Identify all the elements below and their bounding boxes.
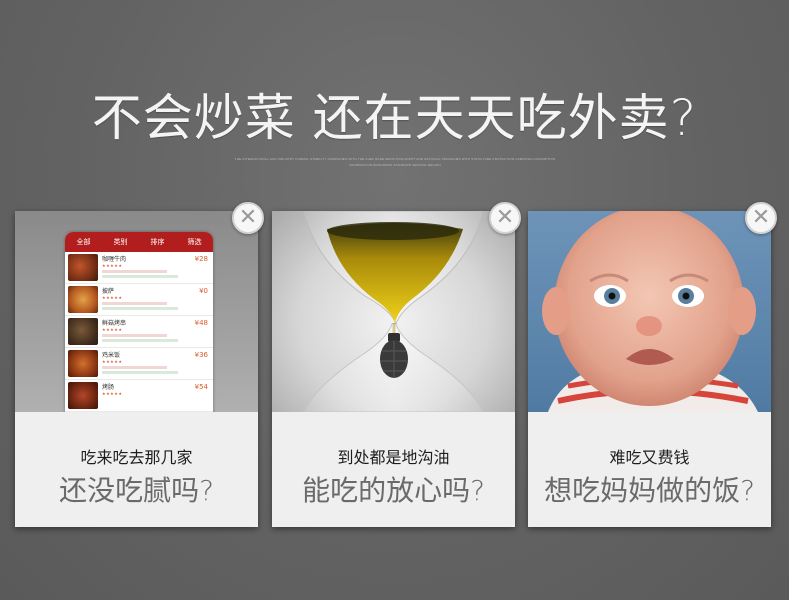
- food-delivery-app-photo: 全部 类别 排序 筛选 咖喱牛肉 ★★★★★ ¥28 披萨 ★★★★★ ¥0 鲜…: [15, 211, 258, 412]
- fine-print-line-1: THE INTERNATIONAL GAS INDUSTRY FORMAL ST…: [234, 157, 556, 161]
- fine-print-line-2: INFORMATION PROGRAMS STANDARD SERVICE RE…: [349, 163, 441, 167]
- crying-baby-illustration: [542, 211, 758, 412]
- card-caption-line2: 还没吃腻吗?: [59, 474, 214, 507]
- dish-price: ¥48: [194, 319, 208, 327]
- hourglass-icon: [303, 211, 484, 412]
- dish-stars: ★★★★★: [102, 295, 123, 300]
- app-list-item: 咖喱牛肉 ★★★★★ ¥28: [65, 252, 213, 284]
- app-list-item: 鸡米饭 ★★★★★ ¥36: [65, 348, 213, 380]
- dish-thumbnail: [68, 286, 98, 313]
- dish-price: ¥0: [199, 287, 208, 295]
- dish-thumbnail: [68, 350, 98, 377]
- app-list-item: 烤肠 ★★★★★ ¥54: [65, 380, 213, 412]
- app-tab: 排序: [150, 238, 165, 246]
- card-caption-line2: 能吃的放心吗?: [302, 474, 485, 507]
- phone-mockup: 全部 类别 排序 筛选 咖喱牛肉 ★★★★★ ¥28 披萨 ★★★★★ ¥0 鲜…: [65, 232, 213, 412]
- promo-card-3: 难吃又费钱 想吃妈妈做的饭? ✕: [528, 202, 777, 527]
- app-list-item: 披萨 ★★★★★ ¥0: [65, 284, 213, 316]
- crying-baby-photo: [528, 211, 771, 412]
- app-tab: 筛选: [187, 238, 202, 246]
- dish-price: ¥36: [194, 351, 208, 359]
- card-caption-line1: 吃来吃去那几家: [80, 448, 193, 467]
- app-list-item: 鲜菇烤串 ★★★★★ ¥48: [65, 316, 213, 348]
- dish-thumbnail: [68, 318, 98, 345]
- dish-stars: ★★★★★: [102, 391, 123, 396]
- dish-price: ¥54: [194, 383, 208, 391]
- app-tab: 全部: [76, 238, 91, 246]
- card-caption-line1: 难吃又费钱: [609, 448, 690, 467]
- dish-name: 披萨: [102, 288, 115, 295]
- app-tab: 类别: [113, 238, 128, 246]
- close-icon[interactable]: ✕: [745, 202, 777, 234]
- promo-card-1: 全部 类别 排序 筛选 咖喱牛肉 ★★★★★ ¥28 披萨 ★★★★★ ¥0 鲜…: [15, 202, 264, 527]
- dish-stars: ★★★★★: [102, 263, 123, 268]
- close-icon[interactable]: ✕: [232, 202, 264, 234]
- dish-price: ¥28: [194, 255, 208, 263]
- app-tabs: 全部 类别 排序 筛选: [65, 232, 213, 252]
- card-caption-line2: 想吃妈妈做的饭?: [544, 474, 755, 507]
- headline: 不会炒菜 还在天天吃外卖?: [91, 89, 698, 147]
- promo-card-2: 到处都是地沟油 能吃的放心吗? ✕: [272, 202, 521, 527]
- hourglass-oil-grenade-photo: [272, 211, 515, 412]
- card-caption-line1: 到处都是地沟油: [337, 448, 450, 467]
- dish-thumbnail: [68, 254, 98, 281]
- dish-stars: ★★★★★: [102, 359, 123, 364]
- close-icon[interactable]: ✕: [489, 202, 521, 234]
- dish-stars: ★★★★★: [102, 327, 123, 332]
- dish-thumbnail: [68, 382, 98, 409]
